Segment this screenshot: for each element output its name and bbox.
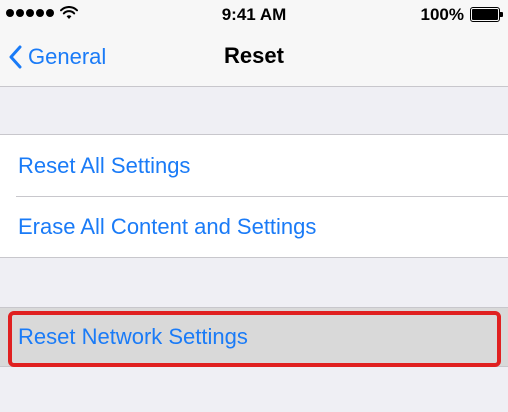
reset-all-settings-label: Reset All Settings (18, 152, 191, 178)
settings-group-network: Reset Network Settings (0, 307, 508, 367)
erase-all-content-label: Erase All Content and Settings (18, 213, 317, 239)
erase-all-content-row[interactable]: Erase All Content and Settings (0, 196, 508, 257)
reset-all-settings-row[interactable]: Reset All Settings (0, 135, 508, 196)
battery-percent: 100% (420, 5, 464, 24)
settings-group-reset: Reset All Settings Erase All Content and… (0, 134, 508, 258)
page-title: Reset (224, 43, 284, 68)
battery-icon (470, 7, 504, 22)
reset-network-settings-label: Reset Network Settings (18, 324, 248, 349)
navigation-bar: General Reset (0, 30, 508, 87)
status-bar: 9:41 AM 100% (0, 0, 508, 30)
reset-network-settings-row[interactable]: Reset Network Settings (0, 308, 508, 366)
